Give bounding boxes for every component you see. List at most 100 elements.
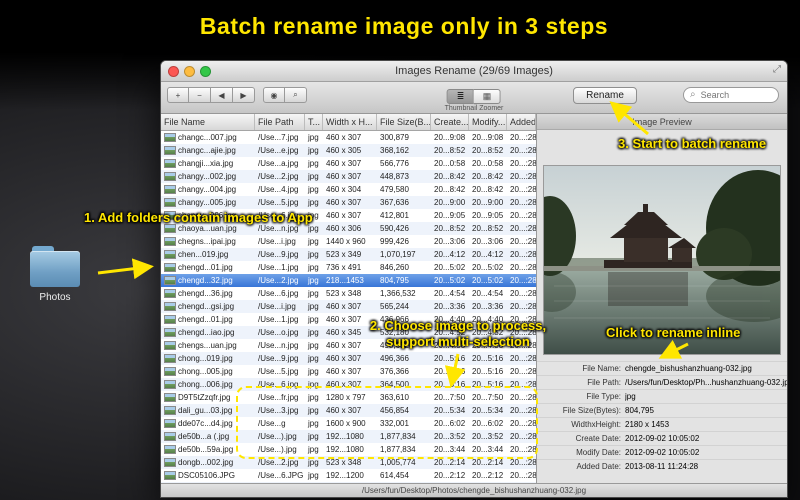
table-cell: jpg	[308, 419, 319, 428]
table-cell: 498,632	[380, 341, 409, 350]
table-row[interactable]: changc...007.jpg/Use...7.jpg jpg 460 x 307…	[161, 131, 536, 144]
table-cell: 20...:28	[510, 367, 536, 376]
table-row[interactable]: dongb...002.jpg/Use...2.jpg jpg 523 x 348 1…	[161, 456, 536, 469]
table-cell: jpg	[308, 211, 319, 220]
table-row[interactable]: chegns...ipai.jpg/Use...i.jpg jpg 1440 x 9…	[161, 235, 536, 248]
table-cell: changc...007.jpg	[161, 133, 255, 142]
preview-field-value[interactable]: jpg	[625, 392, 636, 401]
table-cell: /Use...n.jpg	[258, 224, 299, 233]
thumbnail-icon	[164, 263, 176, 272]
preview-field-value[interactable]: /Users/fun/Desktop/Ph...hushanzhuang-032…	[625, 378, 787, 387]
table-row[interactable]: chengs...uan.jpg/Use...n.jpg jpg 460 x 307…	[161, 339, 536, 352]
zoom-window-button[interactable]	[200, 65, 211, 77]
table-cell: chengd...32.jpg	[161, 276, 255, 285]
slideshow-button[interactable]: ◉	[263, 87, 285, 103]
search-field[interactable]: ⌕	[683, 87, 779, 103]
table-cell: 460 x 307	[326, 302, 362, 311]
add-button[interactable]: +	[167, 87, 189, 103]
table-row[interactable]: dali_gu...03.jpg/Use...3.jpg jpg 460 x 307…	[161, 404, 536, 417]
preview-field-value[interactable]: 2012-09-02 10:05:02	[625, 434, 699, 443]
column-header[interactable]: File Size(B...	[377, 114, 431, 130]
table-row[interactable]: DSC05106.JPG/Use...6.JPG jpg 192...1200 614…	[161, 469, 536, 482]
table-cell: jpg	[308, 445, 319, 454]
thumbnail-icon	[164, 302, 176, 311]
column-header[interactable]: File Path	[255, 114, 305, 130]
table-cell: /Use...i.jpg	[258, 237, 296, 246]
table-cell: 364,500	[380, 380, 409, 389]
table-row[interactable]: de50b...a (.jpg/Use...).jpg jpg 192...1080…	[161, 430, 536, 443]
table-cell: jpg	[308, 250, 319, 259]
table-cell: 846,260	[380, 263, 409, 272]
minimize-button[interactable]	[184, 65, 195, 77]
thumbnail-icon	[164, 419, 176, 428]
close-button[interactable]	[168, 65, 179, 77]
table-cell: 218...1453	[326, 276, 364, 285]
fullscreen-icon[interactable]: ⤢	[773, 64, 781, 75]
column-header[interactable]: File Name	[161, 114, 255, 130]
table-row[interactable]: chaoya...uan.jpg/Use...n.jpg jpg 460 x 306…	[161, 222, 536, 235]
table-row[interactable]: changy...006.jpg/Use...6.jpg jpg 460 x 307…	[161, 209, 536, 222]
table-cell: chengd...36.jpg	[161, 289, 255, 298]
prev-button[interactable]: ◀	[211, 87, 233, 103]
rename-button[interactable]: Rename	[573, 87, 637, 104]
table-row[interactable]: chengd...32.jpg/Use...2.jpg jpg 218...1453…	[161, 274, 536, 287]
table-row[interactable]: chengd...01.jpg/Use...1.jpg jpg 460 x 307 4…	[161, 313, 536, 326]
next-button[interactable]: ▶	[233, 87, 255, 103]
table-cell: 20...0:58	[434, 159, 466, 168]
zoom-button[interactable]: ⌕	[285, 87, 307, 103]
preview-field-value[interactable]: chengde_bishushanzhuang-032.jpg	[625, 364, 752, 373]
table-row[interactable]: chong...006.jpg/Use...6.jpg jpg 460 x 307 3…	[161, 378, 536, 391]
table-cell: 20...3:06	[472, 237, 504, 246]
thumbnail-view-button[interactable]: ▦	[474, 89, 501, 104]
column-header[interactable]: Added...	[507, 114, 536, 130]
thumbnail-icon	[164, 159, 176, 168]
table-row[interactable]: changy...004.jpg/Use...4.jpg jpg 460 x 304…	[161, 183, 536, 196]
table-cell: jpg	[308, 302, 319, 311]
preview-field-value[interactable]: 2012-09-02 10:05:02	[625, 448, 699, 457]
table-cell: 20...8:52	[434, 146, 466, 155]
table-cell: 20...8:42	[434, 185, 466, 194]
table-cell: 20...3:52	[472, 432, 504, 441]
photos-folder-icon[interactable]	[30, 246, 80, 288]
table-cell: /Use...).jpg	[258, 432, 297, 441]
table-row[interactable]: de50b...59a.jpg/Use...).jpg jpg 192...1080…	[161, 443, 536, 456]
search-input[interactable]	[698, 89, 772, 101]
remove-button[interactable]: −	[189, 87, 211, 103]
thumbnail-icon	[164, 367, 176, 376]
column-header[interactable]: T...	[305, 114, 323, 130]
table-cell: 20...:28	[510, 406, 536, 415]
table-row[interactable]: chengd...iao.jpg/Use...o.jpg jpg 460 x 345…	[161, 326, 536, 339]
table-cell: de50b...a (.jpg	[161, 432, 255, 441]
preview-field-value[interactable]: 2013-08-11 11:24:28	[625, 462, 698, 471]
table-row[interactable]: D9T5tZzqfr.jpg/Use...fr.jpg jpg 1280 x 797…	[161, 391, 536, 404]
preview-field-label: Create Date:	[575, 434, 621, 443]
table-row[interactable]: chengd...01.jpg/Use...1.jpg jpg 736 x 491 8…	[161, 261, 536, 274]
title-bar[interactable]: Images Rename (29/69 Images) ⤢	[161, 61, 787, 82]
table-cell: /Use...o.jpg	[258, 328, 299, 337]
thumbnail-icon	[164, 237, 176, 246]
preview-field-value[interactable]: 2180 x 1453	[625, 420, 669, 429]
preview-field-value[interactable]: 804,795	[625, 406, 654, 415]
list-view-button[interactable]: ≣	[447, 89, 474, 104]
column-header[interactable]: Create...	[431, 114, 469, 130]
table-row[interactable]: changy...005.jpg/Use...5.jpg jpg 460 x 307…	[161, 196, 536, 209]
table-row[interactable]: changji...xia.jpg/Use...a.jpg jpg 460 x 30…	[161, 157, 536, 170]
table-row[interactable]: changc...ajie.jpg/Use...e.jpg jpg 460 x 30…	[161, 144, 536, 157]
table-cell: 20...5:02	[472, 263, 504, 272]
table-cell: /Use...i.jpg	[258, 302, 296, 311]
table-row[interactable]: chen...019.jpg/Use...9.jpg jpg 523 x 349 1,…	[161, 248, 536, 261]
table-row[interactable]: chengd...36.jpg/Use...6.jpg jpg 523 x 348 1…	[161, 287, 536, 300]
table-row[interactable]: chong...005.jpg/Use...5.jpg jpg 460 x 307 3…	[161, 365, 536, 378]
table-row[interactable]: chong...019.jpg/Use...9.jpg jpg 460 x 307 4…	[161, 352, 536, 365]
column-header[interactable]: Width x H...	[323, 114, 377, 130]
column-header[interactable]: Modify...	[469, 114, 507, 130]
table-cell: 20...7:50	[434, 393, 466, 402]
table-row[interactable]: chengd...gsi.jpg/Use...i.jpg jpg 460 x 307…	[161, 300, 536, 313]
table-row[interactable]: changy...002.jpg/Use...2.jpg jpg 460 x 307…	[161, 170, 536, 183]
table-cell: 460 x 307	[326, 354, 362, 363]
table-cell: 20...3:36	[434, 302, 466, 311]
table-cell: 479,580	[380, 185, 409, 194]
table-row[interactable]: dde07c...d4.jpg/Use...g jpg 1600 x 900 332,…	[161, 417, 536, 430]
file-table-body[interactable]: changc...007.jpg/Use...7.jpg jpg 460 x 307…	[161, 131, 536, 483]
preview-image	[543, 165, 781, 355]
